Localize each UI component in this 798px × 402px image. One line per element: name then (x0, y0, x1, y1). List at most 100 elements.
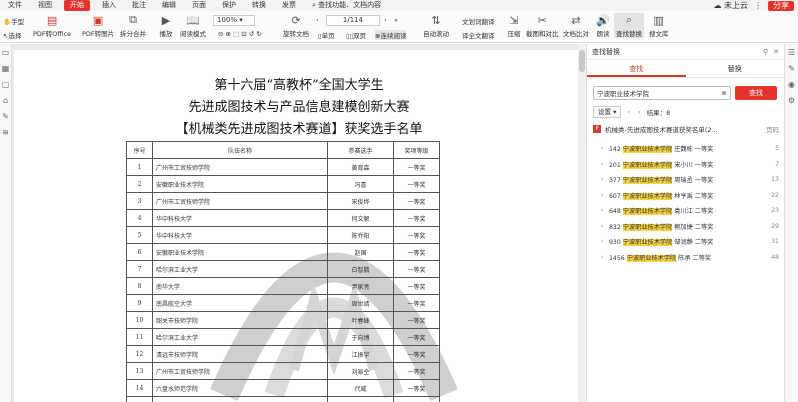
menu-comment[interactable]: 批注 (124, 0, 154, 11)
pdf-to-image-icon: ▣ (92, 13, 104, 27)
prev-page-icon[interactable]: ‹ (316, 16, 319, 24)
menu-file[interactable]: 文件 (0, 0, 30, 11)
screenshot-compare-button[interactable]: ✂ 截图和对比 (526, 13, 559, 39)
read-aloud-button[interactable]: 🔊 朗读 (596, 13, 610, 39)
single-page-label: 单页 (321, 32, 335, 40)
menu-home[interactable]: 开始 (64, 0, 90, 11)
next-result-icon[interactable]: › (636, 108, 643, 116)
cell-award: 一等奖 (393, 209, 440, 227)
document-scrollbar[interactable] (578, 44, 586, 402)
menu-view[interactable]: 视图 (30, 0, 60, 11)
global-search[interactable]: ⌕ 查找功能、文档内容 (304, 0, 389, 11)
settings-icon[interactable]: ⚙ (785, 92, 798, 108)
pdf-to-image-button[interactable]: ▣ PDF转图片 (82, 13, 114, 39)
tab-replace[interactable]: 替换 (686, 60, 785, 77)
search-library-button[interactable]: ▥ 搜文库 (649, 13, 669, 39)
cell-player: 代威 (327, 379, 394, 397)
stamp-icon[interactable]: ◉ (785, 76, 798, 92)
result-item[interactable]: › 930 宁波职业技术学院 邹润静 二等奖 31 (601, 234, 779, 250)
read-mode-button[interactable]: 📖 阅读模式 (180, 13, 206, 39)
menu-page[interactable]: 页面 (184, 0, 214, 11)
hand-tool[interactable]: ✋手型 (3, 16, 24, 26)
result-item[interactable]: › 377 宁波职业技术学院 周瑞丞 一等奖 13 (601, 172, 779, 188)
edit-icon[interactable]: ✎ (785, 60, 798, 76)
signature-icon[interactable]: ✎ (0, 108, 11, 124)
rotate-doc-button[interactable]: ⟳ 旋转文档 (283, 13, 309, 39)
close-icon[interactable]: ✕ (773, 48, 779, 56)
double-page-button[interactable]: ▯▯双页 (346, 30, 366, 40)
find-input[interactable]: 宁波职业技术学院 ⊗ (593, 86, 731, 100)
compress-button[interactable]: ⇲ 压缩 (507, 13, 521, 39)
translate-word-button[interactable]: 文划词翻译 (462, 16, 495, 26)
continuous-read-button[interactable]: ≣连续阅读 (375, 30, 407, 40)
split-merge-button[interactable]: ⧉ 拆分合并 (120, 13, 146, 38)
clear-icon[interactable]: ⊗ (718, 89, 730, 97)
table-row: 6 安徽职业技术学院 赵国 一等奖 (126, 243, 440, 261)
menu-edit[interactable]: 编辑 (154, 0, 184, 11)
cell-index: 12 (126, 345, 153, 363)
result-item[interactable]: › 832 宁波职业技术学院 鲍加捷 二等奖 29 (601, 219, 779, 235)
result-highlight: 宁波职业技术学院 (622, 146, 673, 154)
chevron-right-icon: › (601, 145, 604, 153)
cloud-status[interactable]: ☁ 未上云 (713, 0, 748, 11)
result-document[interactable]: P 机械类-先进成图技术赛道获奖名单(2... 页码 (593, 124, 779, 134)
settings-button[interactable]: 设置 ▾ (593, 106, 622, 118)
table-row: 15安徽粮食工程职业学院许浩杰一等奖 (126, 396, 440, 402)
result-item[interactable]: › 201 宁波职业技术学院 宋小川 一等奖 7 (601, 157, 779, 173)
tab-find[interactable]: 查找 (587, 60, 686, 77)
play-button[interactable]: ▶ 播放 (159, 13, 173, 39)
menu-protect[interactable]: 保护 (214, 0, 244, 11)
cell-player: 江振宇 (327, 345, 394, 363)
result-item[interactable]: › 142 宁波职业技术学院 庄魏栋 一等奖 5 (601, 141, 779, 157)
attachment-icon[interactable]: ⌂ (0, 92, 11, 108)
bookmark-icon[interactable]: ▭ (0, 44, 11, 60)
last-page-icon[interactable]: » (394, 16, 398, 24)
page-indicator-input[interactable]: 1/114 (326, 15, 380, 26)
comment-icon[interactable]: ▢ (0, 76, 11, 92)
next-page-icon[interactable]: › (384, 16, 387, 24)
properties-icon[interactable]: ☰ (785, 44, 798, 60)
cell-index: 7 (126, 260, 153, 278)
prev-result-icon[interactable]: ‹ (625, 108, 632, 116)
select-tool[interactable]: ↖选择 (3, 30, 21, 40)
share-button[interactable]: 分享 (768, 0, 794, 11)
pdf-to-office-button[interactable]: ▤ PDF转Office (33, 13, 71, 39)
header-team: 队伍名称 (152, 141, 328, 159)
cell-team: 安徽粮食工程职业学院 (152, 396, 328, 402)
result-text: 832 宁波职业技术学院 鲍加捷 二等奖 (609, 222, 767, 231)
table-row: 2 安徽职业技术学院 冯喜 一等奖 (126, 175, 440, 193)
result-suffix: 庄魏栋 一等奖 (672, 146, 714, 154)
thumbnail-icon[interactable]: ▦ (0, 60, 11, 76)
cell-team: 安徽职业技术学院 (152, 243, 328, 261)
table-row: 14 六盘水师范学院 代威 一等奖 (126, 379, 440, 397)
more-icon[interactable]: ⋮ (754, 1, 762, 10)
cell-award: 一等奖 (393, 226, 440, 244)
full-translate-label: 全文翻译 (468, 32, 495, 40)
pin-icon[interactable]: ⚲ (763, 48, 768, 56)
result-prefix: 377 (609, 177, 623, 185)
result-highlight: 宁波职业技术学院 (622, 239, 673, 247)
full-translate-button[interactable]: 译全文翻译 (462, 30, 495, 40)
menu-insert[interactable]: 插入 (94, 0, 124, 11)
cell-player: 何文解 (327, 209, 394, 227)
zoom-select[interactable]: 100% ▾ (213, 15, 255, 26)
cell-player: 黄育森 (327, 158, 394, 176)
menu-convert[interactable]: 转换 (244, 0, 274, 11)
scrollbar-thumb[interactable] (579, 50, 585, 72)
result-item[interactable]: › 607 宁波职业技术学院 林亨禹 二等奖 22 (601, 188, 779, 204)
auto-scroll-button[interactable]: ⇅ 自动滚动 (423, 13, 449, 39)
cell-award: 一等奖 (393, 192, 440, 210)
find-replace-button[interactable]: ⌕ 查找替换 (614, 13, 644, 38)
chevron-right-icon: › (601, 191, 604, 199)
cell-award: 一等奖 (393, 396, 440, 402)
single-page-button[interactable]: ▯单页 (318, 30, 335, 40)
zoom-controls[interactable]: ⊖ ⊕ ⬚ ⊡ ↺ ↻ (218, 30, 262, 38)
find-button[interactable]: 查找 (735, 86, 777, 100)
actual-size-icon: ⊡ (241, 30, 247, 38)
result-item[interactable]: › 648 宁波职业技术学院 袁川江 二等奖 23 (601, 203, 779, 219)
text-compare-button[interactable]: ⇄ 文档比对 (563, 13, 589, 39)
result-item[interactable]: › 1456 宁波职业技术学院 陈承 二等奖 48 (601, 250, 779, 266)
menu-invoice[interactable]: 发票 (274, 0, 304, 11)
document-area[interactable]: 第十六届“高教杯”全国大学生 先进成图技术与产品信息建模创新大赛 【机械类先进成… (12, 44, 586, 402)
layers-icon[interactable]: ≋ (0, 124, 11, 140)
